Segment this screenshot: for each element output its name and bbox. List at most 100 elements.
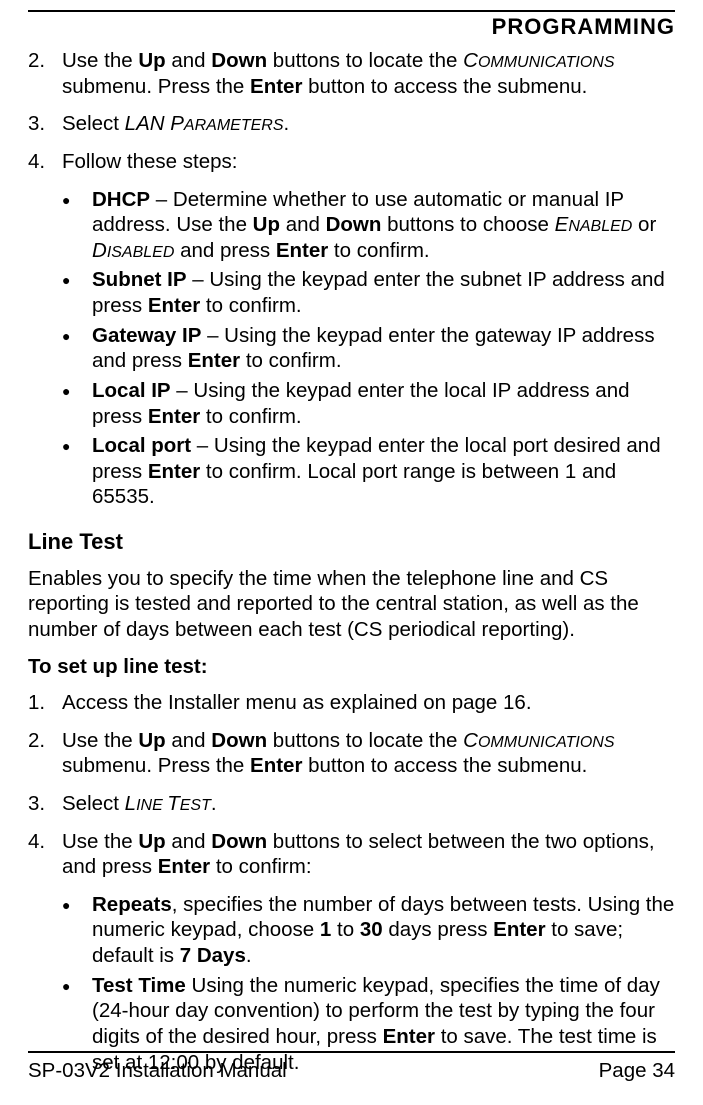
page-header-title: PROGRAMMING	[28, 14, 675, 40]
lt-step-2: 2. Use the Up and Down buttons to locate…	[28, 728, 675, 779]
enter-label: Enter	[383, 1025, 435, 1048]
bullet-icon: ●	[62, 378, 92, 429]
test-time-label: Test Time	[92, 974, 186, 997]
comm-rest: OMMUNICATIONS	[478, 54, 615, 71]
bullet-repeats: ● Repeats, specifies the number of days …	[62, 892, 675, 969]
localip-label: Local IP	[92, 379, 171, 402]
dis-rest: ISABLED	[107, 244, 175, 261]
lt-ine: INE	[136, 797, 167, 814]
step-3: 3. Select LAN PARAMETERS.	[28, 111, 675, 137]
text: Select	[62, 112, 125, 135]
page-content: 2. Use the Up and Down buttons to locate…	[28, 48, 675, 1075]
down-label: Down	[211, 729, 267, 752]
text: submenu. Press the	[62, 75, 250, 98]
text: .	[246, 944, 252, 967]
text: Use the	[62, 729, 138, 752]
lt-step-1: 1. Access the Installer menu as explaine…	[28, 690, 675, 716]
text: and	[166, 49, 212, 72]
step-3-body: Select LAN PARAMETERS.	[62, 111, 675, 137]
step-3-number: 3.	[28, 111, 62, 137]
one-label: 1	[320, 918, 331, 941]
text: button to access the submenu.	[302, 75, 587, 98]
params: ARAMETERS	[184, 117, 284, 134]
text: and	[280, 213, 326, 236]
text: to confirm:	[210, 855, 311, 878]
lt-step-2-body: Use the Up and Down buttons to locate th…	[62, 728, 675, 779]
step-2: 2. Use the Up and Down buttons to locate…	[28, 48, 675, 99]
text: button to access the submenu.	[302, 754, 587, 777]
localport-label: Local port	[92, 434, 191, 457]
lt-step-3-number: 3.	[28, 791, 62, 817]
text: to confirm.	[328, 239, 429, 262]
lt-est: EST	[180, 797, 211, 814]
text: and press	[174, 239, 275, 262]
text: Use the	[62, 830, 138, 853]
bullet-icon: ●	[62, 323, 92, 374]
bullet-localip: ● Local IP – Using the keypad enter the …	[62, 378, 675, 429]
up-label: Up	[138, 729, 165, 752]
lt-step-1-number: 1.	[28, 690, 62, 716]
seven-days-label: 7 Days	[180, 944, 246, 967]
bullet-gateway-body: Gateway IP – Using the keypad enter the …	[92, 323, 675, 374]
up-label: Up	[138, 49, 165, 72]
line-test-intro: Enables you to specify the time when the…	[28, 566, 675, 643]
bullet-icon: ●	[62, 892, 92, 969]
lt-l: L	[125, 792, 136, 815]
text: .	[284, 112, 290, 135]
text: to confirm.	[240, 349, 341, 372]
subnet-label: Subnet IP	[92, 268, 187, 291]
en-rest: NABLED	[568, 218, 632, 235]
bullet-gateway: ● Gateway IP – Using the keypad enter th…	[62, 323, 675, 374]
lan-p: LAN P	[125, 112, 184, 135]
lt-step-4: 4. Use the Up and Down buttons to select…	[28, 829, 675, 880]
comm-c: C	[463, 49, 478, 72]
text: Use the	[62, 49, 138, 72]
en-e: E	[555, 213, 569, 236]
comm-rest: OMMUNICATIONS	[478, 734, 615, 751]
enter-label: Enter	[250, 754, 302, 777]
step-2-number: 2.	[28, 48, 62, 99]
text: buttons to choose	[381, 213, 554, 236]
enter-label: Enter	[158, 855, 210, 878]
bullet-subnet: ● Subnet IP – Using the keypad enter the…	[62, 267, 675, 318]
text: to confirm.	[200, 405, 301, 428]
down-label: Down	[326, 213, 382, 236]
text: buttons to locate the	[267, 729, 463, 752]
bullet-dhcp-body: DHCP – Determine whether to use automati…	[92, 187, 675, 264]
step-4-body: Follow these steps:	[62, 149, 675, 175]
enter-label: Enter	[188, 349, 240, 372]
enter-label: Enter	[148, 294, 200, 317]
step-2-body: Use the Up and Down buttons to locate th…	[62, 48, 675, 99]
dis-d: D	[92, 239, 107, 262]
lt-step-3-body: Select LINE TEST.	[62, 791, 675, 817]
repeats-label: Repeats	[92, 893, 172, 916]
step-4: 4. Follow these steps:	[28, 149, 675, 175]
lt-t: T	[167, 792, 180, 815]
line-test-heading: Line Test	[28, 528, 675, 556]
text: buttons to locate the	[267, 49, 463, 72]
line-test-subheading: To set up line test:	[28, 654, 675, 680]
text: and	[166, 830, 212, 853]
bullet-icon: ●	[62, 433, 92, 510]
up-label: Up	[138, 830, 165, 853]
lt-step-1-body: Access the Installer menu as explained o…	[62, 690, 675, 716]
down-label: Down	[211, 830, 267, 853]
lt-step-3: 3. Select LINE TEST.	[28, 791, 675, 817]
enter-label: Enter	[276, 239, 328, 262]
enter-label: Enter	[148, 405, 200, 428]
bullet-icon: ●	[62, 187, 92, 264]
text: and	[166, 729, 212, 752]
enter-label: Enter	[250, 75, 302, 98]
footer-divider	[28, 1051, 675, 1053]
top-divider	[28, 10, 675, 12]
text: days press	[383, 918, 494, 941]
up-label: Up	[253, 213, 280, 236]
text: to	[331, 918, 360, 941]
text: Select	[62, 792, 125, 815]
bullet-icon: ●	[62, 267, 92, 318]
lt-step-4-body: Use the Up and Down buttons to select be…	[62, 829, 675, 880]
text: to confirm.	[200, 294, 301, 317]
bullet-subnet-body: Subnet IP – Using the keypad enter the s…	[92, 267, 675, 318]
lt-step-4-number: 4.	[28, 829, 62, 880]
bullet-localport-body: Local port – Using the keypad enter the …	[92, 433, 675, 510]
